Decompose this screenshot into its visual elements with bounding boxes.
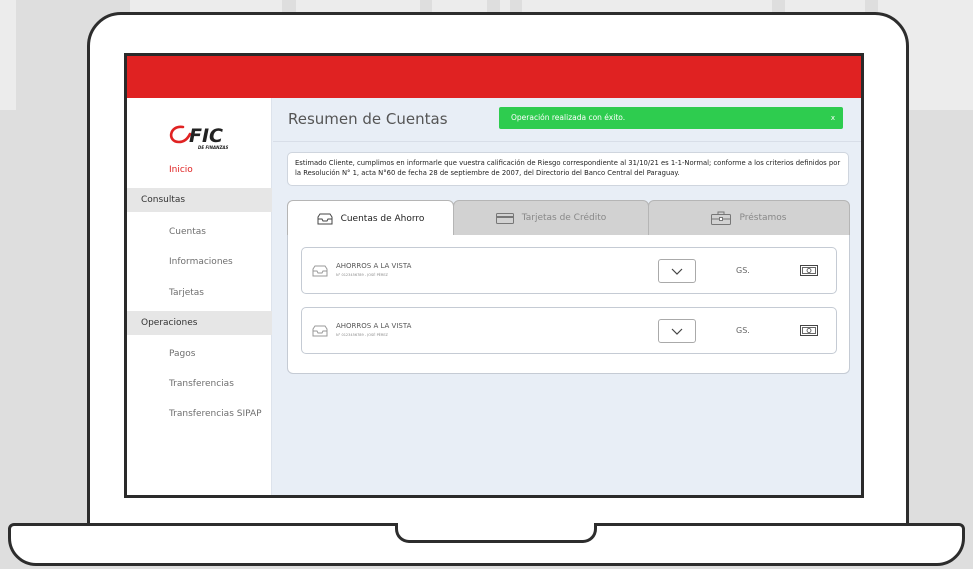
tab-cuentas-de-ahorro[interactable]: Cuentas de Ahorro bbox=[287, 200, 454, 236]
success-toast: Operación realizada con éxito. x bbox=[499, 107, 843, 129]
banknote-icon bbox=[800, 265, 818, 276]
sidebar-item-inicio[interactable]: Inicio bbox=[127, 157, 272, 183]
fic-logo: FIC DE FINANZAS bbox=[165, 118, 245, 152]
page-title: Resumen de Cuentas bbox=[288, 110, 448, 128]
sidebar-item-transferencias-sipap[interactable]: Transferencias SIPAP bbox=[127, 401, 272, 427]
expand-button[interactable] bbox=[658, 259, 696, 283]
wallet-icon bbox=[317, 213, 333, 224]
tab-label: Préstamos bbox=[739, 213, 787, 223]
chevron-down-icon bbox=[671, 328, 683, 335]
tab-prestamos[interactable]: Préstamos bbox=[648, 200, 850, 236]
sidebar-section-consultas: Consultas bbox=[127, 188, 272, 212]
banknote-icon bbox=[800, 325, 818, 336]
toast-close-button[interactable]: x bbox=[831, 107, 835, 129]
laptop-screen: FIC DE FINANZAS Inicio Consultas Cuentas… bbox=[124, 53, 864, 498]
tab-label: Cuentas de Ahorro bbox=[340, 213, 425, 224]
divider bbox=[273, 141, 861, 142]
account-number: N° 0123456789 - JOSÉ PÉREZ bbox=[336, 273, 388, 277]
risk-notice: Estimado Cliente, cumplimos en informarl… bbox=[287, 152, 849, 186]
account-card: AHORROS A LA VISTA N° 0123456789 - JOSÉ … bbox=[301, 307, 837, 354]
logo-subtext: DE FINANZAS bbox=[198, 145, 228, 150]
wallet-icon bbox=[312, 325, 328, 337]
sidebar-item-tarjetas[interactable]: Tarjetas bbox=[127, 280, 272, 306]
account-currency: GS. bbox=[736, 326, 750, 335]
briefcase-icon bbox=[711, 211, 732, 225]
tab-label: Tarjetas de Crédito bbox=[521, 213, 607, 223]
main-content: Resumen de Cuentas Operación realizada c… bbox=[273, 98, 861, 495]
sidebar: FIC DE FINANZAS Inicio Consultas Cuentas… bbox=[127, 98, 272, 495]
top-bar bbox=[127, 56, 861, 98]
laptop-notch bbox=[395, 523, 597, 543]
logo-icon: FIC DE FINANZAS bbox=[169, 125, 228, 150]
tab-tarjetas-de-credito[interactable]: Tarjetas de Crédito bbox=[453, 200, 649, 236]
account-currency: GS. bbox=[736, 266, 750, 275]
account-number: N° 0123456789 - JOSÉ PÉREZ bbox=[336, 333, 388, 337]
account-name: AHORROS A LA VISTA bbox=[336, 262, 412, 270]
sidebar-item-pagos[interactable]: Pagos bbox=[127, 341, 272, 367]
account-card: AHORROS A LA VISTA N° 0123456789 - JOSÉ … bbox=[301, 247, 837, 294]
sidebar-item-informaciones[interactable]: Informaciones bbox=[127, 249, 272, 275]
account-tabs: Cuentas de Ahorro Tarjetas de Crédito Pr… bbox=[287, 200, 850, 236]
toast-message: Operación realizada con éxito. bbox=[511, 113, 626, 122]
sidebar-item-cuentas[interactable]: Cuentas bbox=[127, 219, 272, 245]
wallet-icon bbox=[312, 265, 328, 277]
accounts-panel: AHORROS A LA VISTA N° 0123456789 - JOSÉ … bbox=[287, 235, 850, 374]
credit-card-icon bbox=[495, 212, 514, 224]
sidebar-section-operaciones: Operaciones bbox=[127, 311, 272, 335]
sidebar-item-transferencias[interactable]: Transferencias bbox=[127, 371, 272, 397]
chevron-down-icon bbox=[671, 268, 683, 275]
background-column bbox=[0, 0, 16, 110]
account-name: AHORROS A LA VISTA bbox=[336, 322, 412, 330]
logo-text: FIC bbox=[189, 125, 223, 147]
expand-button[interactable] bbox=[658, 319, 696, 343]
